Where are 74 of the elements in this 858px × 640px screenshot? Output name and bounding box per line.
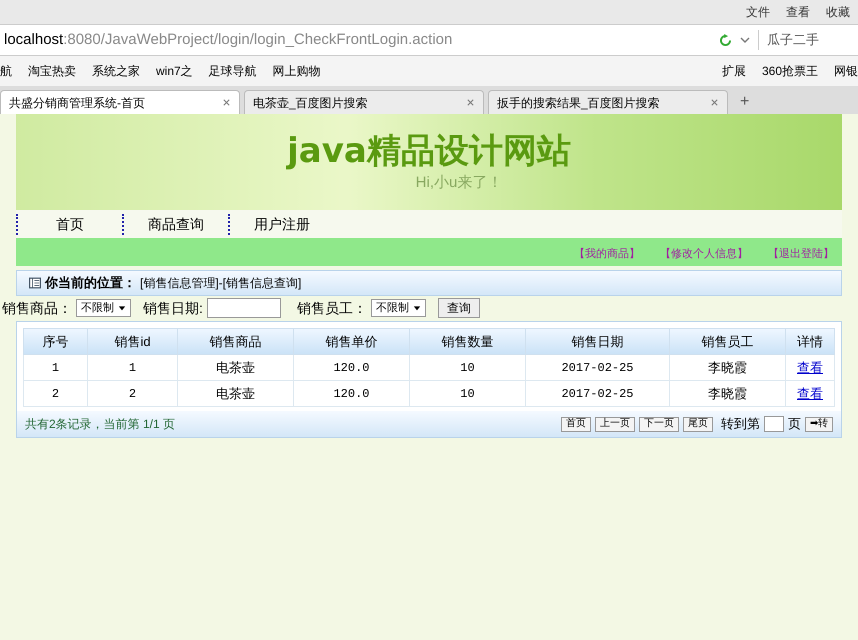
column-header: 销售员工: [670, 328, 786, 354]
table-cell: 1: [24, 354, 88, 380]
table-cell: 120.0: [294, 354, 410, 380]
close-icon[interactable]: [222, 98, 231, 107]
refresh-icon[interactable]: [719, 34, 732, 46]
bookmark-link[interactable]: 航: [0, 62, 12, 80]
page-field[interactable]: [764, 416, 784, 432]
filter-label: 销售商品：: [2, 298, 72, 318]
toolbar-link[interactable]: 扩展: [722, 62, 746, 80]
bookmark-link[interactable]: win7之: [156, 62, 193, 80]
pager-button[interactable]: 首页: [561, 416, 591, 432]
table-cell: 2017-02-25: [526, 380, 670, 406]
table-cell: 10: [410, 354, 526, 380]
pager-button[interactable]: 尾页: [683, 416, 713, 432]
dropdown[interactable]: 不限制: [76, 299, 131, 317]
chevron-down-icon[interactable]: [740, 35, 750, 45]
pager-button[interactable]: 上一页: [595, 416, 635, 432]
close-icon[interactable]: [466, 98, 475, 107]
bookmark-link[interactable]: 淘宝热卖: [28, 62, 76, 80]
table-cell: 2017-02-25: [526, 354, 670, 380]
menu-item[interactable]: 文件: [746, 3, 770, 21]
search-field[interactable]: 瓜子二手: [758, 30, 858, 50]
table-cell: 电茶壶: [178, 380, 294, 406]
bookmark-link[interactable]: 足球导航: [208, 62, 257, 80]
new-tab-button[interactable]: +: [732, 90, 758, 114]
goto-label: 转到第: [721, 415, 760, 434]
toolbar-link[interactable]: 360抢票王: [762, 62, 818, 80]
table-cell: 1: [88, 354, 178, 380]
page-icon: [29, 277, 41, 289]
column-header: 销售数量: [410, 328, 526, 354]
browser-tab[interactable]: 共盛分销商管理系统-首页: [0, 90, 240, 114]
table-cell: 李晓霞: [670, 380, 786, 406]
greeting-text: Hi,小u来了！: [416, 173, 502, 193]
column-header: 销售日期: [526, 328, 670, 354]
browser-tab[interactable]: 扳手的搜索结果_百度图片搜索: [488, 90, 728, 114]
caret-icon: [118, 304, 126, 312]
go-button[interactable]: ➡转: [805, 416, 833, 432]
menu-item[interactable]: 收藏: [826, 3, 850, 21]
nav-link[interactable]: 商品查询: [122, 214, 228, 234]
address-bar[interactable]: localhost:8080/JavaWebProject/login/login_CheckFrontLogin.action: [0, 28, 711, 52]
bookmark-link[interactable]: 系统之家: [92, 62, 140, 80]
nav-link[interactable]: 首页: [16, 214, 122, 234]
column-header: 详情: [786, 328, 834, 354]
table-cell: 2: [24, 380, 88, 406]
table-cell: 2: [88, 380, 178, 406]
column-header: 销售单价: [294, 328, 410, 354]
location-path: [销售信息管理]-[销售信息查询]: [140, 275, 302, 292]
nav-link[interactable]: 用户注册: [228, 214, 334, 234]
bookmark-link[interactable]: 网上购物: [272, 62, 321, 80]
caret-icon: [412, 304, 421, 312]
location-label: 你当前的位置：: [45, 274, 136, 292]
menu-item[interactable]: 查看: [786, 3, 810, 21]
toolbar-link[interactable]: 网银: [834, 62, 858, 80]
table-cell: 10: [410, 380, 526, 406]
table-cell: 电茶壶: [178, 354, 294, 380]
filter-label: 销售日期:: [143, 298, 203, 318]
site-title: java精品设计网站: [287, 130, 571, 172]
column-header: 序号: [24, 328, 88, 354]
table-cell: 李晓霞: [670, 354, 786, 380]
dropdown[interactable]: 不限制: [370, 299, 426, 317]
query-button[interactable]: 查询: [438, 298, 480, 318]
user-link[interactable]: 【我的商品】: [574, 246, 640, 262]
user-link[interactable]: 【修改个人信息】: [660, 246, 748, 262]
column-header: 销售商品: [178, 328, 294, 354]
record-summary: 共有2条记录，当前第 1/1 页: [25, 416, 176, 433]
user-link[interactable]: 【退出登陆】: [768, 246, 834, 262]
table-cell: 120.0: [294, 380, 410, 406]
column-header: 销售id: [88, 328, 178, 354]
pager-button[interactable]: 下一页: [639, 416, 679, 432]
close-icon[interactable]: [710, 98, 719, 107]
date-field[interactable]: [206, 298, 281, 318]
filter-label: 销售员工：: [296, 298, 367, 318]
browser-tab[interactable]: 电茶壶_百度图片搜索: [244, 90, 484, 114]
page-label: 页: [788, 415, 801, 434]
